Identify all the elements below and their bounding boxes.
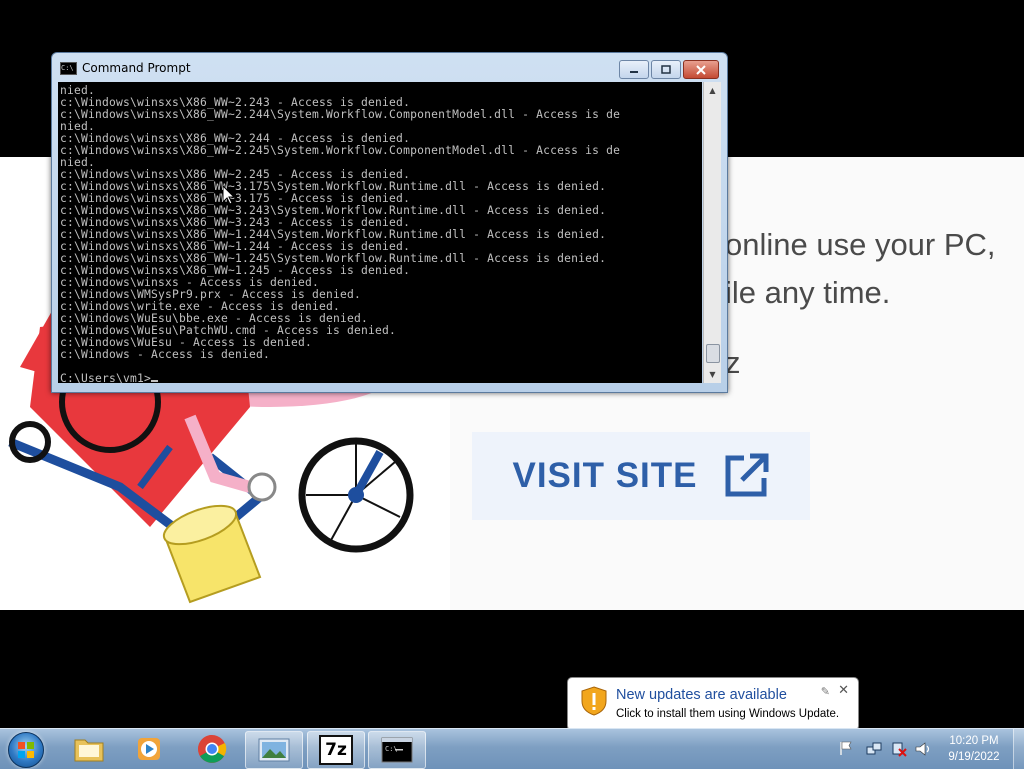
taskbar-windows-explorer[interactable] — [61, 731, 117, 767]
window-title: Command Prompt — [82, 61, 191, 75]
show-desktop-button[interactable] — [1013, 729, 1024, 769]
close-icon — [696, 64, 706, 75]
background-text-line-1: online use your PC, — [725, 227, 996, 262]
cmd-window-icon[interactable]: C:\ — [60, 61, 77, 75]
windows-update-notification[interactable]: New updates are available Click to insta… — [567, 677, 859, 740]
action-center-flag-icon[interactable] — [838, 740, 854, 756]
7zip-icon: 7z — [319, 735, 353, 765]
notification-text[interactable]: Click to install them using Windows Upda… — [616, 708, 839, 720]
taskbar-photo-viewer[interactable] — [245, 731, 303, 769]
network-disconnected-icon[interactable] — [891, 741, 907, 757]
scrollbar-thumb[interactable] — [706, 344, 720, 363]
vertical-scrollbar[interactable]: ▲ ▼ — [703, 82, 721, 383]
background-text-line-2: ile any time. — [725, 275, 891, 310]
volume-speaker-icon[interactable] — [915, 741, 931, 757]
taskbar-7zip[interactable]: 7z — [307, 731, 365, 769]
taskbar-media-player[interactable] — [121, 731, 177, 767]
notification-title[interactable]: New updates are available — [616, 687, 787, 703]
close-button[interactable] — [683, 60, 719, 79]
cmd-icon: C:\ — [381, 737, 413, 763]
folder-icon — [74, 739, 104, 762]
taskbar-chrome[interactable] — [184, 731, 240, 767]
clock-date: 9/19/2022 — [948, 751, 1000, 763]
external-link-icon — [725, 453, 769, 497]
console-prompt: C:\Users\vm1> — [60, 372, 152, 384]
start-button[interactable] — [8, 732, 44, 768]
console-output-lines: nied. c:\Windows\winsxs\X86_WW~2.243 - A… — [60, 84, 621, 361]
photo-icon — [258, 738, 290, 762]
window-controls — [617, 60, 719, 79]
text-cursor — [151, 380, 159, 382]
maximize-button[interactable] — [651, 60, 681, 79]
visit-site-label: VISIT SITE — [512, 456, 698, 495]
mouse-pointer-icon — [223, 186, 235, 205]
console-output-area[interactable]: nied. c:\Windows\winsxs\X86_WW~2.243 - A… — [58, 82, 702, 383]
minimize-icon — [630, 70, 638, 73]
window-titlebar[interactable]: C:\ Command Prompt — [52, 53, 727, 83]
scroll-down-arrow-icon[interactable]: ▼ — [704, 366, 721, 383]
taskbar-command-prompt[interactable]: C:\ — [368, 731, 426, 769]
minimize-button[interactable] — [619, 60, 649, 79]
maximize-icon — [661, 65, 671, 74]
scroll-up-arrow-icon[interactable]: ▲ — [704, 82, 721, 99]
console-output: nied. c:\Windows\winsxs\X86_WW~2.243 - A… — [58, 82, 702, 383]
taskbar: 7z C:\ 10:20 PM 9/19/2022 — [0, 728, 1024, 769]
command-prompt-window[interactable]: C:\ Command Prompt nied. c:\Windows\wins… — [51, 52, 728, 393]
network-icon[interactable] — [866, 741, 882, 757]
visit-site-button[interactable]: VISIT SITE — [472, 432, 810, 520]
pin-icon[interactable]: ✎ — [821, 685, 830, 698]
system-clock[interactable]: 10:20 PM 9/19/2022 — [938, 733, 1010, 765]
security-shield-warning-icon — [581, 686, 607, 716]
chrome-icon — [198, 735, 227, 763]
notification-close-icon[interactable]: ✕ — [838, 683, 849, 698]
windows-logo-icon — [18, 742, 34, 758]
clock-time: 10:20 PM — [949, 735, 999, 747]
media-player-icon — [138, 738, 160, 760]
